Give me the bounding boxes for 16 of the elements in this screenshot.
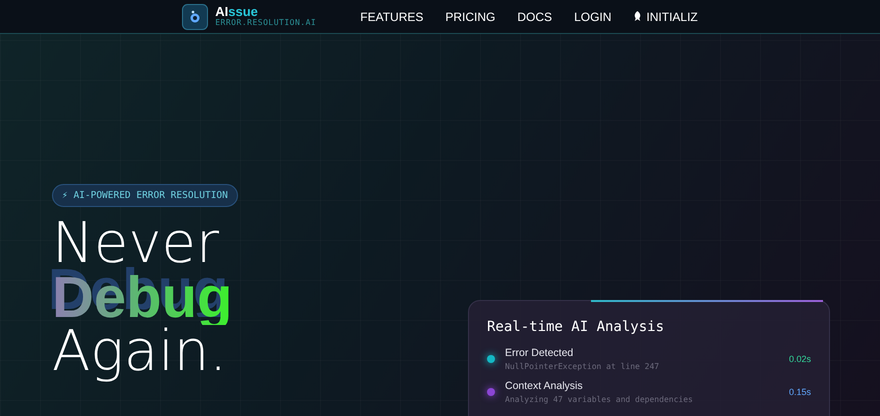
feature-badge: ⚡ AI-POWERED ERROR RESOLUTION [52,184,238,207]
nav-link[interactable]: DOCS [517,10,552,24]
step-title: Context Analysis [505,380,584,392]
headline-text: Never [52,217,219,271]
step-detail: NullPointerException at line 247 [505,362,660,371]
brand-name[interactable]: AIssue [215,4,316,20]
nav-link[interactable]: PRICING [445,10,496,24]
nav-link[interactable]: FEATURES [360,10,424,24]
step-detail: Analyzing 47 variables and dependencies [505,395,694,404]
step-time: 0.02s [788,354,811,364]
step-title: Error Detected [505,347,574,359]
step-time: 0.15s [788,387,811,397]
initialize-link[interactable]: INITIALIZ [633,10,698,24]
nav-link[interactable]: LOGIN [574,10,612,24]
card-title: Real-time AI Analysis [487,319,666,335]
brand-tagline: ERROR.RESOLUTION.AI [215,19,316,28]
